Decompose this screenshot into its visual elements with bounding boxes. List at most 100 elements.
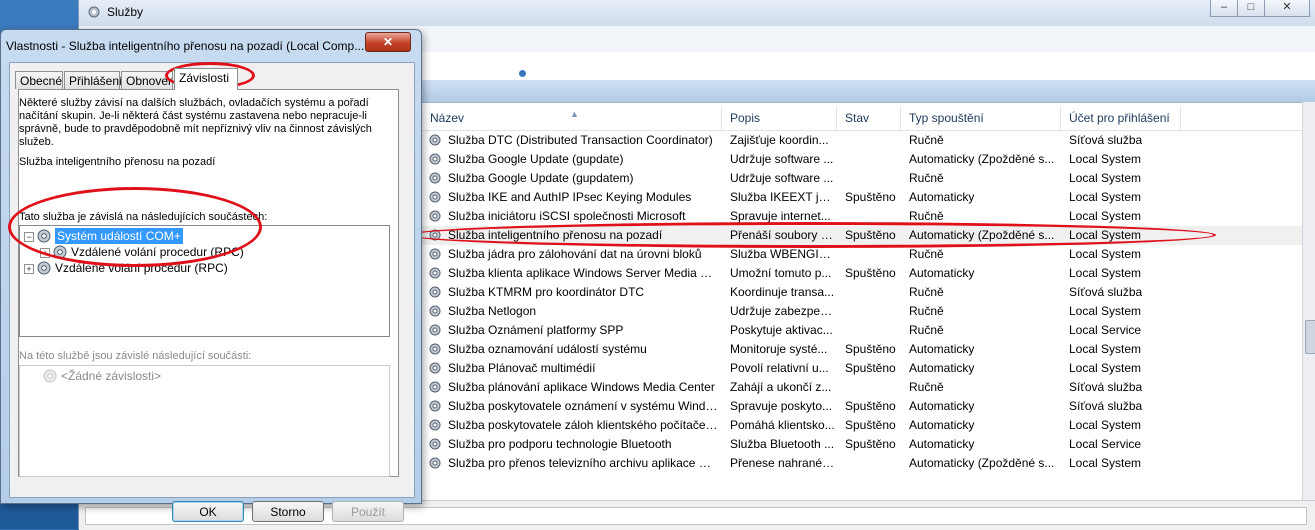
service-gear-icon <box>429 381 441 393</box>
table-row[interactable]: Služba iniciátoru iSCSI společnosti Micr… <box>422 207 1303 226</box>
table-cell: Síťová služba <box>1069 380 1143 394</box>
table-cell: Ručně <box>909 304 944 318</box>
table-row[interactable]: Služba poskytovatele záloh klientského p… <box>422 416 1303 435</box>
tree-item-label: Vzdálené volání procedur (RPC) <box>71 245 244 259</box>
table-cell: Služba inteligentního přenosu na pozadí <box>448 228 663 242</box>
scrollbar-thumb[interactable] <box>1305 320 1315 354</box>
table-cell: Local System <box>1069 209 1142 223</box>
tab-recovery[interactable]: Obnovení <box>121 71 173 89</box>
cancel-button[interactable]: Storno <box>252 501 324 522</box>
table-cell: Local Service <box>1069 323 1142 337</box>
table-cell: Local System <box>1069 228 1142 242</box>
table-cell: Služba DTC (Distributed Transaction Coor… <box>448 133 713 147</box>
expand-icon[interactable]: + <box>24 264 34 274</box>
table-cell: Služba poskytovatele záloh klientského p… <box>448 418 720 432</box>
dependents-tree[interactable]: <Žádné závislosti> <box>19 365 390 477</box>
tab-dependencies[interactable]: Závislosti <box>174 68 238 90</box>
table-cell <box>845 131 899 150</box>
sort-ascending-icon: ▲ <box>570 109 579 119</box>
depends-on-label: Tato služba je závislá na následujících … <box>19 211 268 223</box>
table-cell: Local System <box>1069 456 1142 470</box>
column-header-logon-account[interactable]: Účet pro přihlášení <box>1061 107 1181 130</box>
dependents-label: Na této službě jsou závislé následující … <box>19 350 252 362</box>
table-row[interactable]: Služba plánování aplikace Windows Media … <box>422 378 1303 397</box>
service-gear-icon <box>429 153 441 165</box>
service-gear-icon <box>429 324 441 336</box>
table-row[interactable]: Služba pro podporu technologie Bluetooth… <box>422 435 1303 454</box>
table-row[interactable]: Služba pro přenos televizního archivu ap… <box>422 454 1303 473</box>
table-cell: Local System <box>1069 190 1142 204</box>
service-gear-icon <box>37 261 51 275</box>
table-row[interactable]: Služba oznamování událostí systému Monito… <box>422 340 1303 359</box>
table-row[interactable]: Služba inteligentního přenosu na pozadí P… <box>422 226 1303 245</box>
table-cell: Automaticky (Zpožděné s... <box>909 456 1055 470</box>
table-row[interactable]: Služba poskytovatele oznámení v systému … <box>422 397 1303 416</box>
table-row[interactable]: Služba Google Update (gupdate) Udržuje so… <box>422 150 1303 169</box>
table-cell: Služba oznamování událostí systému <box>448 342 647 356</box>
table-cell: Zajišťuje koordin... <box>730 133 829 147</box>
table-row[interactable]: Služba KTMRM pro koordinátor DTC Koordinu… <box>422 283 1303 302</box>
table-cell: Služba Google Update (gupdate) <box>448 152 624 166</box>
table-cell: Ručně <box>909 133 944 147</box>
table-cell: Spuštěno <box>845 437 896 451</box>
table-cell: Služba IKEEXT je ... <box>730 190 835 204</box>
table-cell: Local System <box>1069 171 1142 185</box>
services-list[interactable]: Název ▲ Popis Stav Typ spouštění Účet pro… <box>421 102 1304 502</box>
column-header-description[interactable]: Popis <box>722 107 837 130</box>
table-cell: Local System <box>1069 418 1142 432</box>
table-row[interactable]: Služba DTC (Distributed Transaction Coor… <box>422 131 1303 150</box>
service-name-label: Služba inteligentního přenosu na pozadí <box>19 156 216 168</box>
table-row[interactable]: Služba Netlogon Udržuje zabezpeč... Ručně L… <box>422 302 1303 321</box>
minimize-button[interactable]: – <box>1210 0 1238 17</box>
tab-general[interactable]: Obecné <box>15 71 63 89</box>
service-gear-icon <box>429 305 441 317</box>
table-cell: Povolí relativní u... <box>730 361 829 375</box>
ok-button[interactable]: OK <box>172 501 244 522</box>
table-row[interactable]: Služba klienta aplikace Windows Server M… <box>422 264 1303 283</box>
table-cell: Automaticky (Zpožděné s... <box>909 228 1055 242</box>
service-gear-icon <box>429 362 441 374</box>
table-row[interactable]: Služba Plánovač multimédií Povolí relativ… <box>422 359 1303 378</box>
table-cell: Služba poskytovatele oznámení v systému … <box>448 399 720 413</box>
table-cell <box>845 378 899 397</box>
table-cell: Automaticky <box>909 437 975 451</box>
collapse-icon[interactable]: − <box>24 232 34 242</box>
table-cell: Síťová služba <box>1069 285 1143 299</box>
table-cell: Služba KTMRM pro koordinátor DTC <box>448 285 645 299</box>
apply-button[interactable]: Použít <box>332 501 404 522</box>
table-row[interactable]: Služba Oznámení platformy SPP Poskytuje a… <box>422 321 1303 340</box>
column-header-startup-type[interactable]: Typ spouštění <box>901 107 1061 130</box>
table-cell <box>845 150 899 169</box>
dialog-close-button[interactable]: ✕ <box>365 32 411 52</box>
table-cell: Spuštěno <box>845 418 896 432</box>
table-cell: Ručně <box>909 285 944 299</box>
table-row[interactable]: Služba jádra pro zálohování dat na úrovn… <box>422 245 1303 264</box>
table-cell <box>845 454 899 473</box>
tree-item-label: Vzdálené volání procedur (RPC) <box>55 261 228 275</box>
close-window-button[interactable]: ✕ <box>1264 0 1310 17</box>
column-header-status[interactable]: Stav <box>837 107 901 130</box>
table-row[interactable]: Služba Google Update (gupdatem) Udržuje s… <box>422 169 1303 188</box>
table-row[interactable]: Služba IKE and AuthIP IPsec Keying Modul… <box>422 188 1303 207</box>
table-cell: Automaticky <box>909 399 975 413</box>
table-cell: Automaticky <box>909 266 975 280</box>
service-gear-icon <box>429 438 441 450</box>
table-cell: Spravuje internet... <box>730 209 831 223</box>
table-cell <box>845 169 899 188</box>
tab-logon[interactable]: Přihlášení <box>64 71 122 89</box>
service-gear-icon <box>429 419 441 431</box>
vertical-scrollbar[interactable] <box>1302 102 1315 500</box>
expand-icon[interactable]: + <box>40 248 50 258</box>
gears-icon <box>88 6 100 18</box>
table-cell: Služba jádra pro zálohování dat na úrovn… <box>448 247 702 261</box>
depends-on-tree[interactable]: − Systém událostí COM+ + Vzdálené volání… <box>19 225 390 337</box>
table-cell: Automaticky (Zpožděné s... <box>909 152 1055 166</box>
table-cell: Spuštěno <box>845 190 896 204</box>
service-gear-icon <box>37 229 51 243</box>
services-titlebar[interactable]: Služby – □ ✕ <box>79 0 1315 26</box>
column-header-name[interactable]: Název ▲ <box>422 107 722 130</box>
table-cell: Local System <box>1069 152 1142 166</box>
service-gear-icon <box>429 400 441 412</box>
maximize-button[interactable]: □ <box>1237 0 1265 17</box>
dependencies-description: Některé služby závisí na dalších službác… <box>19 97 372 148</box>
